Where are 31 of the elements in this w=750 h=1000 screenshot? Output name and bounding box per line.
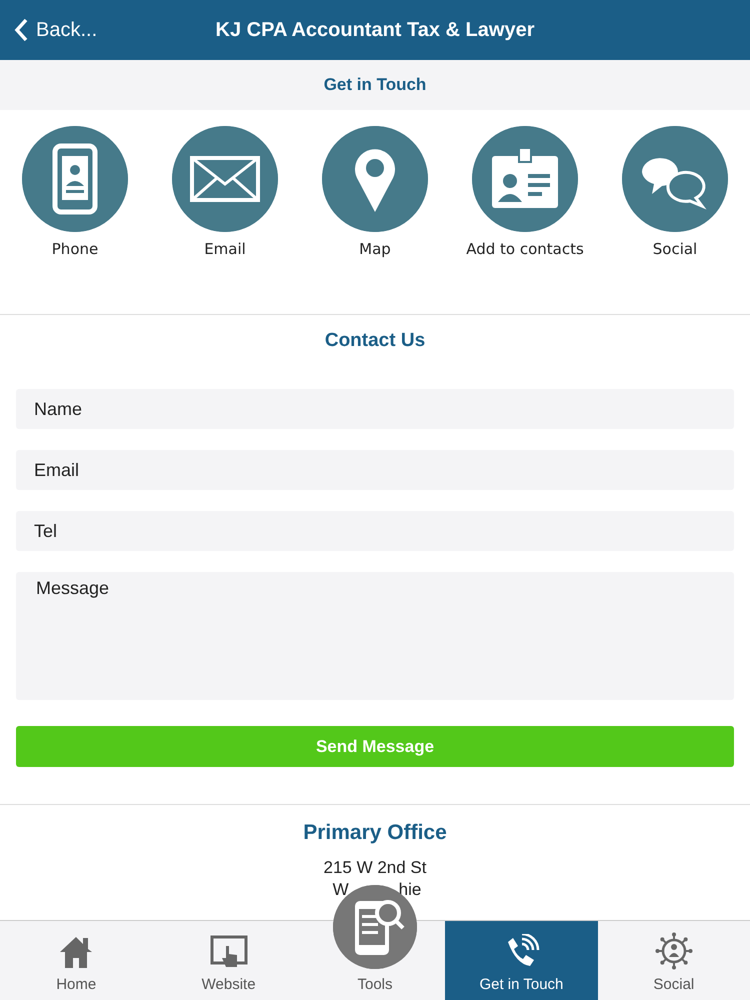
- tab[interactable]: Get in Touch: [445, 921, 598, 1000]
- contact-action[interactable]: Email: [150, 110, 300, 314]
- map-icon: [322, 126, 428, 232]
- office-title: Primary Office: [303, 821, 447, 845]
- contact-action[interactable]: Add to contacts: [450, 110, 600, 314]
- input-field[interactable]: Email: [16, 450, 734, 490]
- tab[interactable]: Tools: [358, 976, 393, 993]
- social-icon: [622, 126, 728, 232]
- input-field[interactable]: Tel: [16, 511, 734, 551]
- address-fragment: W: [332, 879, 349, 901]
- address-fragment: hie: [398, 879, 422, 901]
- email-icon: [172, 126, 278, 232]
- contact-action[interactable]: Phone: [0, 110, 150, 314]
- network-icon: [654, 932, 693, 970]
- contact-action[interactable]: Map: [300, 110, 450, 314]
- tab[interactable]: Home: [0, 921, 152, 1000]
- home-icon: [58, 934, 94, 970]
- app-title: KJ CPA Accountant Tax & Lawyer: [216, 18, 534, 40]
- tab[interactable]: Social: [598, 921, 750, 1000]
- section-title: Get in Touch: [324, 75, 426, 95]
- message-field[interactable]: Message: [16, 572, 734, 700]
- input-field[interactable]: Name: [16, 389, 734, 429]
- contact-icon: [472, 126, 578, 232]
- chevron-left-icon: [14, 18, 28, 42]
- tab[interactable]: Website: [152, 921, 305, 1000]
- back-button[interactable]: Back...: [0, 17, 104, 43]
- form-title: Contact Us: [324, 330, 426, 351]
- touchscreen-icon: [210, 934, 248, 970]
- contact-action[interactable]: Social: [600, 110, 750, 314]
- address-line: 215 W 2nd St: [323, 858, 426, 877]
- phone-icon: [22, 126, 128, 232]
